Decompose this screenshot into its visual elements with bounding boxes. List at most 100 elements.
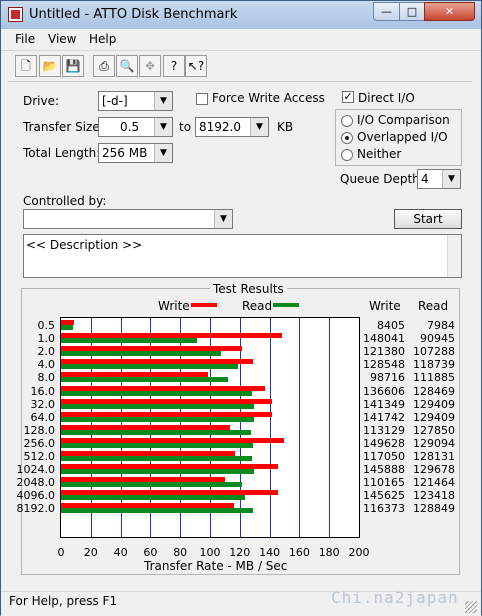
transfer-size-row-label: 2.0	[37, 345, 56, 359]
title-bar[interactable]: Untitled - ATTO Disk Benchmark — □ ✕	[1, 1, 481, 29]
io-comparison-radio[interactable]	[341, 115, 353, 127]
transfer-unit-label: KB	[277, 120, 294, 134]
maximize-button[interactable]: □	[399, 2, 425, 21]
transfer-size-row-label: 512.0	[23, 450, 56, 463]
transfer-size-row-label: 256.0	[23, 436, 56, 450]
write-legend-swatch	[191, 303, 217, 307]
write-value: 8405	[377, 319, 405, 332]
transfer-size-row-label: 4.0	[37, 358, 56, 372]
toolbar-divider	[8, 81, 472, 82]
transfer-size-row-label: 16.0	[30, 384, 56, 398]
move-icon[interactable]: ✥	[139, 55, 161, 77]
read-value: 129409	[413, 410, 455, 424]
force-write-checkbox[interactable]	[196, 93, 208, 105]
transfer-size-row-label: 1024.0	[16, 463, 56, 477]
print-icon[interactable]: ⎙	[93, 55, 115, 77]
minimize-button[interactable]: —	[373, 2, 400, 21]
read-value: 90945	[420, 332, 455, 346]
write-value: 117050	[363, 450, 405, 463]
close-button[interactable]: ✕	[424, 2, 475, 21]
write-value: 149628	[363, 436, 405, 450]
drive-label: Drive:	[23, 94, 60, 108]
read-value: 129678	[413, 463, 455, 477]
queue-depth-select[interactable]: 4 ▼	[417, 169, 461, 189]
read-bar	[61, 442, 254, 448]
x-tick-label: 0	[57, 546, 65, 559]
gridline	[299, 318, 300, 537]
menu-bar: File View Help	[1, 29, 481, 51]
transfer-to-value: 8192.0	[199, 120, 241, 134]
drive-select[interactable]: [-d-] ▼	[98, 91, 173, 111]
read-bar	[61, 429, 252, 435]
gridline	[270, 318, 271, 537]
direct-io-checkbox[interactable]: ✓	[342, 91, 354, 103]
description-scrollbar[interactable]	[447, 235, 461, 277]
x-tick-label: 120	[229, 546, 251, 559]
description-box[interactable]: << Description >>	[23, 234, 462, 278]
open-folder-icon[interactable]: 📂	[39, 55, 61, 77]
resize-grip-icon[interactable]	[465, 601, 477, 613]
controlled-by-select[interactable]: ▼	[23, 209, 233, 229]
read-value: 123418	[413, 489, 455, 503]
menu-view[interactable]: View	[48, 32, 76, 46]
transfer-to-label: to	[179, 120, 192, 134]
read-value: 127850	[413, 423, 455, 437]
chevron-down-icon[interactable]: ▼	[250, 118, 268, 136]
x-tick-label: 80	[173, 546, 188, 559]
app-icon[interactable]	[8, 7, 23, 22]
results-plot	[60, 317, 360, 538]
x-axis-label: Transfer Rate - MB / Sec	[144, 559, 288, 573]
read-bar	[61, 377, 228, 383]
menu-help[interactable]: Help	[89, 32, 116, 46]
write-value: 110165	[363, 476, 405, 490]
read-bar	[61, 469, 255, 475]
write-value: 98716	[370, 371, 405, 385]
read-legend-label: Read	[242, 299, 273, 313]
write-value: 145625	[363, 489, 405, 503]
read-value: 111885	[413, 371, 455, 385]
total-length-select[interactable]: 256 MB ▼	[98, 143, 173, 163]
transfer-size-row-label: 128.0	[23, 423, 56, 437]
read-value: 118739	[413, 358, 455, 372]
x-tick-label: 160	[288, 546, 310, 559]
read-value: 128849	[413, 502, 455, 516]
write-column-header: Write	[369, 299, 401, 313]
read-bar	[61, 416, 254, 422]
info-icon[interactable]: ?	[163, 55, 185, 77]
controlled-by-label: Controlled by:	[23, 194, 107, 208]
chevron-down-icon[interactable]: ▼	[442, 170, 460, 188]
new-file-icon[interactable]: 🗋	[15, 55, 37, 77]
x-tick-label: 40	[113, 546, 128, 559]
read-value: 129409	[413, 397, 455, 411]
io-comparison-label: I/O Comparison	[357, 113, 450, 127]
save-icon[interactable]: 💾	[62, 55, 84, 77]
read-value: 128131	[413, 450, 455, 463]
read-bar	[61, 508, 253, 514]
print-preview-icon[interactable]: 🔍	[116, 55, 138, 77]
write-value: 113129	[363, 423, 405, 437]
read-value: 121464	[413, 476, 455, 490]
transfer-size-from-select[interactable]: 0.5 ▼	[98, 117, 173, 137]
transfer-size-label: Transfer Size:	[23, 120, 104, 134]
context-help-icon[interactable]: ↖?	[185, 55, 207, 77]
overlapped-io-radio[interactable]	[341, 132, 353, 144]
write-value: 148041	[363, 332, 405, 346]
read-value: 107288	[413, 345, 455, 359]
read-value: 7984	[427, 319, 455, 332]
menu-file[interactable]: File	[15, 32, 35, 46]
chevron-down-icon[interactable]: ▼	[154, 92, 172, 110]
transfer-size-row-label: 32.0	[30, 397, 56, 411]
total-length-value: 256 MB	[102, 146, 148, 160]
transfer-size-to-select[interactable]: 8192.0 ▼	[195, 117, 269, 137]
write-value: 116373	[363, 502, 405, 516]
chevron-down-icon[interactable]: ▼	[154, 118, 172, 136]
neither-radio[interactable]	[341, 149, 353, 161]
read-bar	[61, 482, 242, 488]
app-window: Untitled - ATTO Disk Benchmark — □ ✕ Fil…	[0, 0, 482, 616]
chevron-down-icon[interactable]: ▼	[214, 210, 232, 228]
x-tick-label: 20	[83, 546, 98, 559]
chevron-down-icon[interactable]: ▼	[154, 144, 172, 162]
start-button[interactable]: Start	[394, 209, 462, 229]
write-value: 128548	[363, 358, 405, 372]
x-tick-label: 180	[318, 546, 340, 559]
